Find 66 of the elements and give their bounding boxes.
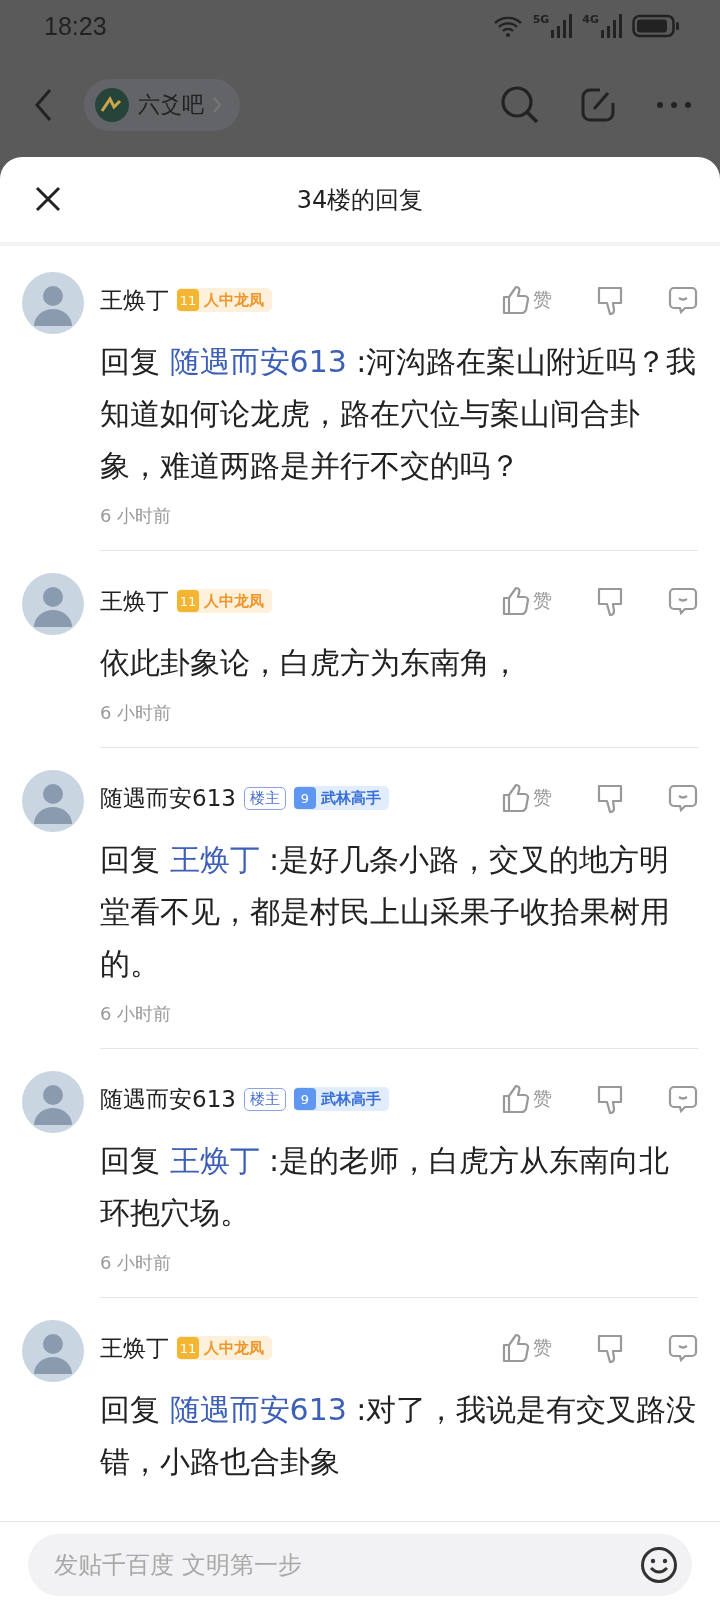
user-link[interactable]: 随遇而安613 (169, 1392, 347, 1427)
thumbs-up-icon (501, 586, 529, 616)
wifi-icon (492, 15, 523, 37)
forum-avatar-icon (94, 86, 130, 123)
level-title: 人中龙凤 (204, 1338, 264, 1358)
comment-icon[interactable] (668, 1333, 698, 1363)
avatar (22, 770, 84, 832)
edit-icon[interactable] (580, 86, 616, 123)
thumbs-down-icon[interactable] (596, 285, 624, 315)
user-name[interactable]: 王焕丁 (100, 585, 169, 617)
owner-badge: 楼主 (243, 1087, 286, 1111)
avatar (22, 1071, 84, 1133)
comment-icon[interactable] (668, 783, 698, 813)
thumbs-down-icon[interactable] (596, 1333, 624, 1363)
comment-icon[interactable] (668, 586, 698, 616)
comment-text: 回复 王焕丁 :是好几条小路，交叉的地方明堂看不见，都是村民上山采果子收拾果树用的。 (100, 841, 671, 983)
thumbs-down-icon[interactable] (596, 586, 624, 616)
close-icon[interactable] (34, 185, 62, 213)
comment-icon[interactable] (668, 1084, 698, 1114)
user-name[interactable]: 随遇而安613 (100, 1083, 236, 1115)
avatar (22, 1320, 84, 1382)
comment-text: 依此卦象论，白虎方为东南角， (100, 644, 521, 682)
thumbs-up-icon (501, 1333, 529, 1363)
search-icon[interactable] (500, 84, 540, 125)
timestamp: 6 小时前 (100, 504, 173, 528)
battery-icon (632, 14, 680, 38)
comment-text: 回复 王焕丁 :是的老师，白虎方从东南向北环抱穴场。 (100, 1142, 671, 1232)
thumbs-down-icon[interactable] (596, 783, 624, 813)
thumbs-up-icon (501, 783, 529, 813)
comment-text: 回复 随遇而安613 :对了，我说是有交叉路没错，小路也合卦象 (100, 1391, 698, 1481)
emoji-icon[interactable] (640, 1546, 678, 1584)
more-icon[interactable] (656, 100, 692, 109)
timestamp: 6 小时前 (100, 1002, 173, 1026)
comment-icon[interactable] (668, 285, 698, 315)
owner-badge: 楼主 (243, 786, 286, 810)
timestamp: 6 小时前 (100, 1251, 173, 1275)
network-label: 5G (532, 14, 550, 26)
avatar (22, 272, 84, 334)
level-title: 武林高手 (320, 788, 381, 808)
level-number: 11 (177, 289, 199, 311)
thumbs-down-icon[interactable] (596, 1084, 624, 1114)
avatar (22, 573, 84, 635)
comment-text: 回复 随遇而安613 :河沟路在案山附近吗？我知道如何论龙虎，路在穴位与案山间合卦象，难道两路是并行不交的吗？ (100, 343, 698, 485)
user-link[interactable]: 王焕丁 (169, 842, 260, 877)
thumbs-up-icon (501, 1084, 529, 1114)
signal-icon (550, 14, 573, 38)
timestamp: 6 小时前 (100, 701, 173, 725)
user-link[interactable]: 王焕丁 (169, 1143, 260, 1178)
network-label: 4G (582, 14, 599, 26)
user-name[interactable]: 王焕丁 (100, 284, 169, 316)
user-name[interactable]: 随遇而安613 (100, 782, 236, 814)
level-title: 武林高手 (320, 1089, 381, 1109)
level-number: 11 (177, 590, 199, 612)
clock-time: 18:23 (44, 11, 107, 41)
thumbs-up-icon (501, 285, 529, 315)
comment-input[interactable]: 发贴千百度 文明第一步 (52, 1550, 640, 1580)
level-number: 9 (293, 787, 316, 809)
comment-field[interactable]: 发贴千百度 文明第一步 (28, 1534, 692, 1596)
level-number: 11 (177, 1337, 199, 1359)
sheet-title: 34楼的回复 (296, 184, 424, 216)
level-title: 人中龙凤 (204, 290, 264, 310)
level-title: 人中龙凤 (204, 591, 264, 611)
signal-icon (600, 14, 622, 38)
user-name[interactable]: 王焕丁 (100, 1332, 169, 1364)
user-link[interactable]: 随遇而安613 (169, 344, 347, 379)
level-number: 9 (293, 1088, 316, 1110)
